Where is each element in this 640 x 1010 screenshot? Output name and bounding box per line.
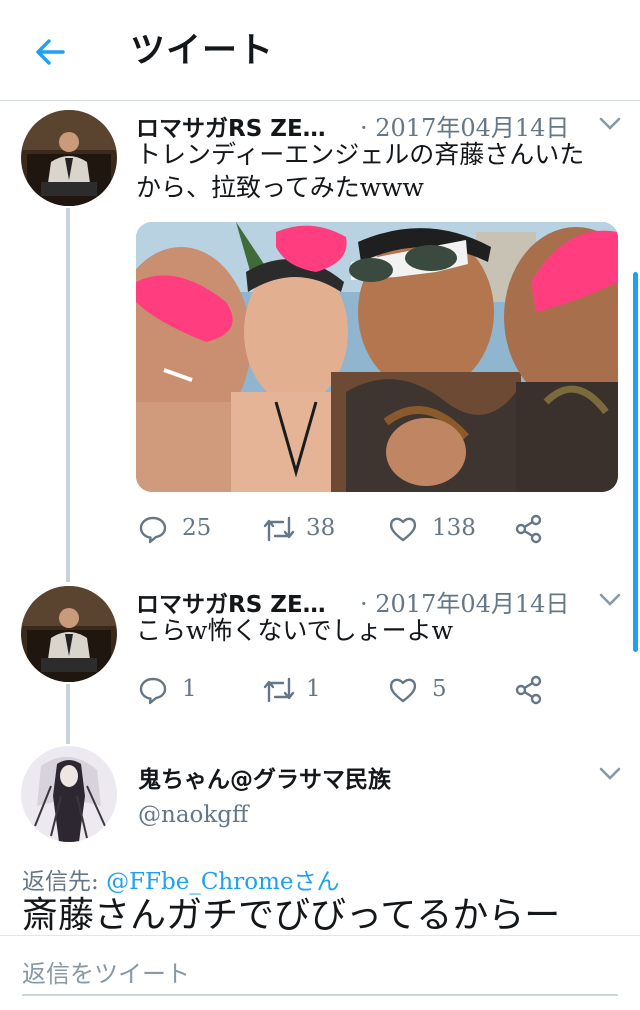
scrollbar[interactable] xyxy=(633,272,638,652)
chevron-down-icon[interactable] xyxy=(597,116,623,132)
reply-icon xyxy=(139,516,167,544)
like-count: 138 xyxy=(432,515,476,541)
reply-input[interactable]: 返信をツイート xyxy=(22,954,618,996)
heart-icon xyxy=(389,678,417,703)
share-button[interactable] xyxy=(514,675,544,705)
chevron-down-icon[interactable] xyxy=(597,766,623,782)
reply-button[interactable]: 1 xyxy=(138,675,228,705)
retweet-button[interactable]: 38 xyxy=(262,514,352,544)
retweet-icon xyxy=(263,677,295,703)
share-button[interactable] xyxy=(514,514,544,544)
share-icon xyxy=(515,675,542,705)
avatar[interactable] xyxy=(21,110,117,206)
retweet-count: 1 xyxy=(306,676,321,702)
like-button[interactable]: 138 xyxy=(388,514,488,544)
chevron-down-icon[interactable] xyxy=(597,592,623,608)
retweet-icon xyxy=(263,516,295,542)
share-icon xyxy=(515,514,542,544)
tweet-photo[interactable] xyxy=(136,222,618,492)
thread-line xyxy=(66,684,70,744)
top-bar: ツイート xyxy=(0,0,640,101)
arrow-left-icon xyxy=(36,39,65,65)
author-handle[interactable]: @naokgff xyxy=(138,802,248,828)
author-name[interactable]: 鬼ちゃん@グラサマ民族 xyxy=(138,760,391,794)
avatar[interactable] xyxy=(21,746,117,842)
reply-count: 1 xyxy=(182,676,197,702)
page-title: ツイート xyxy=(130,31,275,71)
reply-to-line: 返信先: @FFbe_Chromeさん xyxy=(22,862,340,896)
reply-count: 25 xyxy=(182,515,212,541)
retweet-button[interactable]: 1 xyxy=(262,675,352,705)
heart-icon xyxy=(389,517,417,542)
back-button[interactable] xyxy=(30,32,70,72)
like-button[interactable]: 5 xyxy=(388,675,488,705)
avatar[interactable] xyxy=(21,586,117,682)
tweet-text-line: トレンディーエンジェルの斉藤さんいた xyxy=(136,140,585,169)
reply-compose-bar: 返信をツイート xyxy=(0,935,640,1010)
reply-button[interactable]: 25 xyxy=(138,514,228,544)
reply-icon xyxy=(139,677,167,705)
tweet-text-line: こらw怖くないでしょーよw xyxy=(136,616,454,645)
tweet-text-line: から、拉致ってみたwww xyxy=(136,173,424,202)
thread-line xyxy=(66,208,70,582)
like-count: 5 xyxy=(432,676,447,702)
tweet-text: 斎藤さんガチでびびってるからー xyxy=(22,895,561,936)
retweet-count: 38 xyxy=(306,515,336,541)
